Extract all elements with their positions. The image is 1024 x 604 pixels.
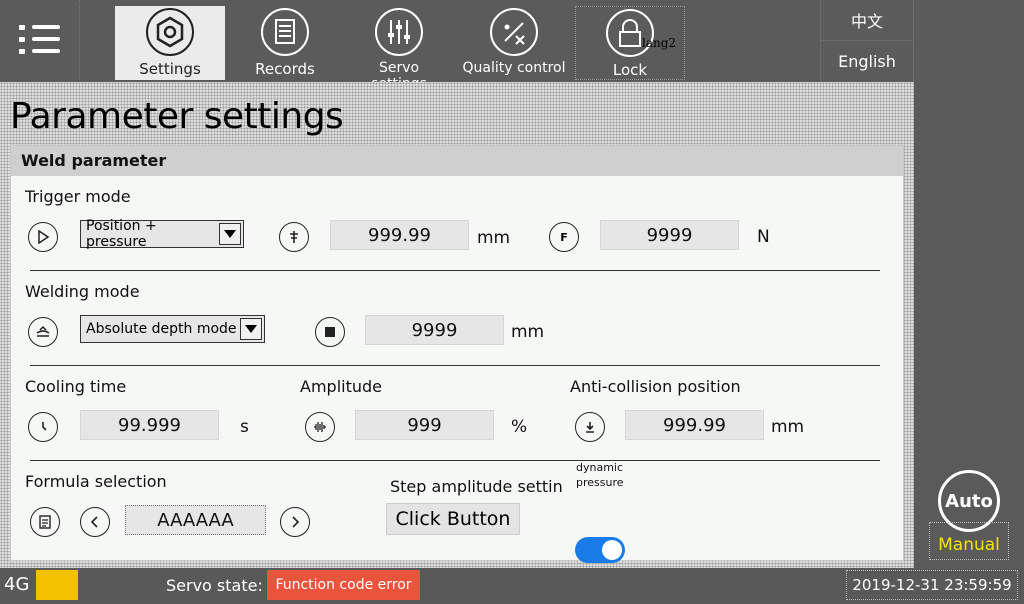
- cooling-time-field[interactable]: 99.999: [80, 410, 219, 440]
- sliders-icon: [375, 8, 423, 56]
- unit-label: mm: [771, 417, 805, 437]
- unit-label: N: [757, 227, 770, 247]
- signal-indicator: [36, 570, 78, 600]
- tab-label: Lock: [612, 61, 648, 79]
- tab-quality-control[interactable]: Quality control: [462, 6, 566, 80]
- tab-lock[interactable]: lang2 Lock: [575, 6, 685, 80]
- formula-selection-label: Formula selection: [25, 472, 167, 491]
- dynamic-pressure-label: dynamic pressure: [576, 461, 624, 489]
- panel-title: Weld parameter: [11, 146, 903, 176]
- force-icon: F: [549, 222, 579, 252]
- amplitude-label: Amplitude: [300, 377, 382, 396]
- tab-label: Records: [255, 60, 315, 78]
- anti-collision-field[interactable]: 999.99: [625, 410, 764, 440]
- tab-settings[interactable]: Settings: [115, 6, 225, 80]
- clock-icon: [28, 412, 58, 442]
- divider: [30, 460, 880, 461]
- manual-button[interactable]: Manual: [929, 522, 1009, 560]
- hex-nut-icon: [146, 8, 194, 56]
- formula-document-icon: [30, 507, 60, 537]
- servo-state-badge: Function code error: [267, 570, 420, 600]
- chevron-right-icon[interactable]: [280, 507, 310, 537]
- step-amplitude-label: Step amplitude setting: [390, 477, 562, 496]
- unit-label: mm: [511, 322, 545, 342]
- lock-overlay-text: lang2: [642, 36, 677, 50]
- dynamic-pressure-toggle[interactable]: [575, 537, 625, 563]
- content-area: Parameter settings Weld parameter Trigge…: [0, 82, 914, 568]
- select-value: Position + pressure: [86, 218, 157, 250]
- menu-icon: [19, 25, 25, 30]
- welding-mode-label: Welding mode: [25, 282, 140, 301]
- divider: [30, 270, 880, 271]
- lang-english[interactable]: English: [821, 41, 913, 82]
- trigger-mode-label: Trigger mode: [25, 187, 131, 206]
- menu-button[interactable]: [0, 0, 80, 80]
- trigger-pressure-field[interactable]: 9999: [600, 220, 739, 250]
- network-indicator: 4G: [4, 574, 30, 595]
- datetime: 2019-12-31 23:59:59: [846, 570, 1018, 600]
- percent-icon: [490, 8, 538, 56]
- position-icon: [279, 222, 309, 252]
- tab-records[interactable]: Records: [240, 6, 330, 80]
- welding-mode-select[interactable]: Absolute depth mode: [80, 315, 265, 343]
- step-amplitude-button[interactable]: Click Button: [386, 503, 520, 535]
- chevron-down-icon: [240, 318, 262, 340]
- amplitude-field[interactable]: 999: [355, 410, 494, 440]
- servo-state-label: Servo state:: [166, 576, 263, 595]
- formula-value-field[interactable]: AAAAAA: [125, 505, 266, 535]
- play-icon: [28, 222, 58, 252]
- lock-icon: lang2: [606, 9, 676, 57]
- select-value: Absolute depth mode: [86, 321, 237, 337]
- chevron-left-icon[interactable]: [80, 507, 110, 537]
- unit-label: mm: [477, 228, 511, 248]
- top-navigation: Settings Records Servo settings: [0, 0, 1024, 92]
- trigger-position-field[interactable]: 999.99: [330, 220, 469, 250]
- chevron-down-icon: [219, 223, 241, 245]
- status-bar: 4G Servo state: Function code error 2019…: [0, 570, 1024, 604]
- trigger-mode-select[interactable]: Position + pressure: [80, 218, 244, 250]
- toggle-knob: [602, 540, 622, 560]
- page-title: Parameter settings: [10, 96, 344, 137]
- cooling-time-label: Cooling time: [25, 377, 127, 396]
- anti-collision-label: Anti-collision position: [570, 377, 741, 396]
- weld-parameter-panel: Weld parameter Trigger mode Position + p…: [10, 145, 904, 563]
- tab-label: Quality control: [462, 60, 566, 76]
- unit-label: %: [511, 417, 528, 437]
- layers-icon: [28, 317, 58, 347]
- depth-icon: [315, 317, 345, 347]
- welding-depth-field[interactable]: 9999: [365, 315, 504, 345]
- divider: [30, 365, 880, 366]
- waveform-icon: [305, 412, 335, 442]
- arrow-down-icon: [575, 412, 605, 442]
- language-switcher: 中文 English: [820, 0, 914, 82]
- document-icon: [261, 8, 309, 56]
- unit-label: s: [240, 417, 249, 437]
- tab-servo-settings[interactable]: Servo settings: [349, 6, 449, 92]
- tab-label: Settings: [139, 60, 201, 78]
- lang-chinese[interactable]: 中文: [821, 0, 913, 41]
